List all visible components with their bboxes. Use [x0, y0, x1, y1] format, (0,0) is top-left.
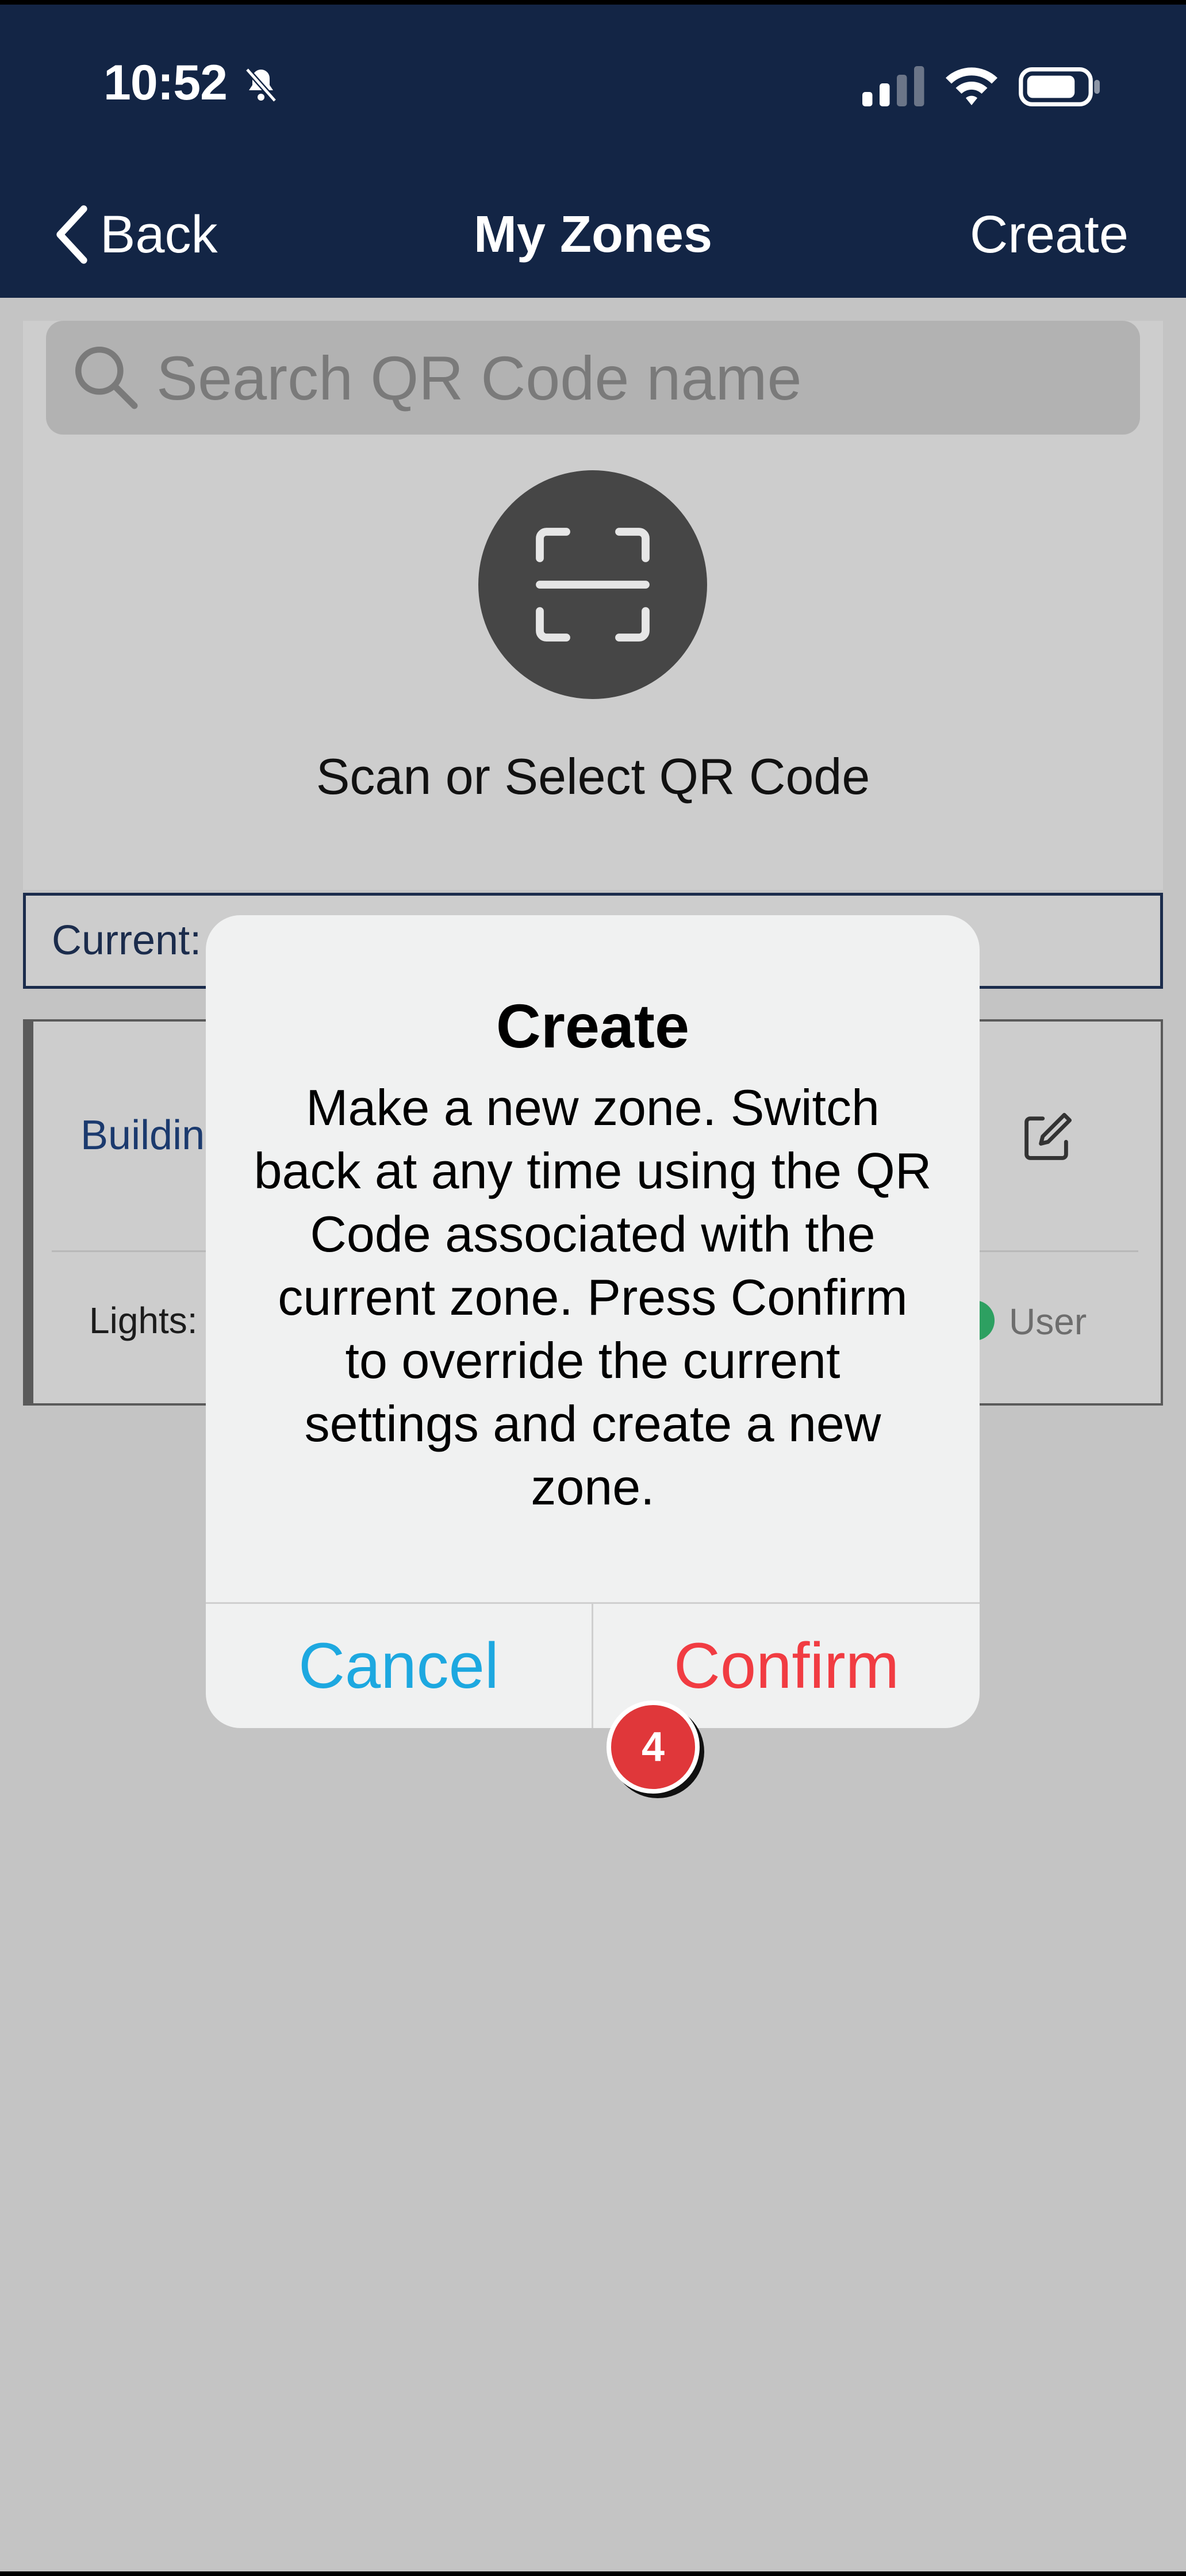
- bottom-frame-edge: [0, 2571, 1186, 2576]
- wifi-icon: [946, 67, 997, 105]
- qr-scan-icon: [536, 528, 650, 642]
- current-label: Current:: [52, 917, 202, 963]
- create-button[interactable]: Create: [970, 200, 1129, 269]
- top-frame-edge: [0, 0, 1186, 5]
- cancel-button[interactable]: Cancel: [206, 1604, 592, 1728]
- edit-icon[interactable]: [1018, 1110, 1075, 1167]
- scan-label: Scan or Select QR Code: [316, 748, 870, 805]
- dialog-message: Make a new zone. Switch back at any time…: [254, 1079, 932, 1515]
- status-time: 10:52: [103, 55, 228, 110]
- search-icon: [75, 346, 138, 409]
- user-label: User: [1009, 1301, 1087, 1342]
- scan-qr-button[interactable]: [478, 470, 707, 699]
- search-bar[interactable]: Search QR Code name: [46, 321, 1140, 435]
- zone-building-name: Buildin: [80, 1112, 205, 1158]
- dialog-title: Create: [496, 991, 690, 1061]
- signal-icon: [862, 66, 924, 106]
- create-dialog: Create Make a new zone. Switch back at a…: [206, 915, 980, 1728]
- lights-label: Lights:: [89, 1300, 198, 1341]
- step-badge: 4: [607, 1700, 700, 1794]
- battery-icon: [1019, 67, 1100, 106]
- search-input[interactable]: Search QR Code name: [156, 342, 802, 414]
- bell-slash-icon: [245, 67, 277, 103]
